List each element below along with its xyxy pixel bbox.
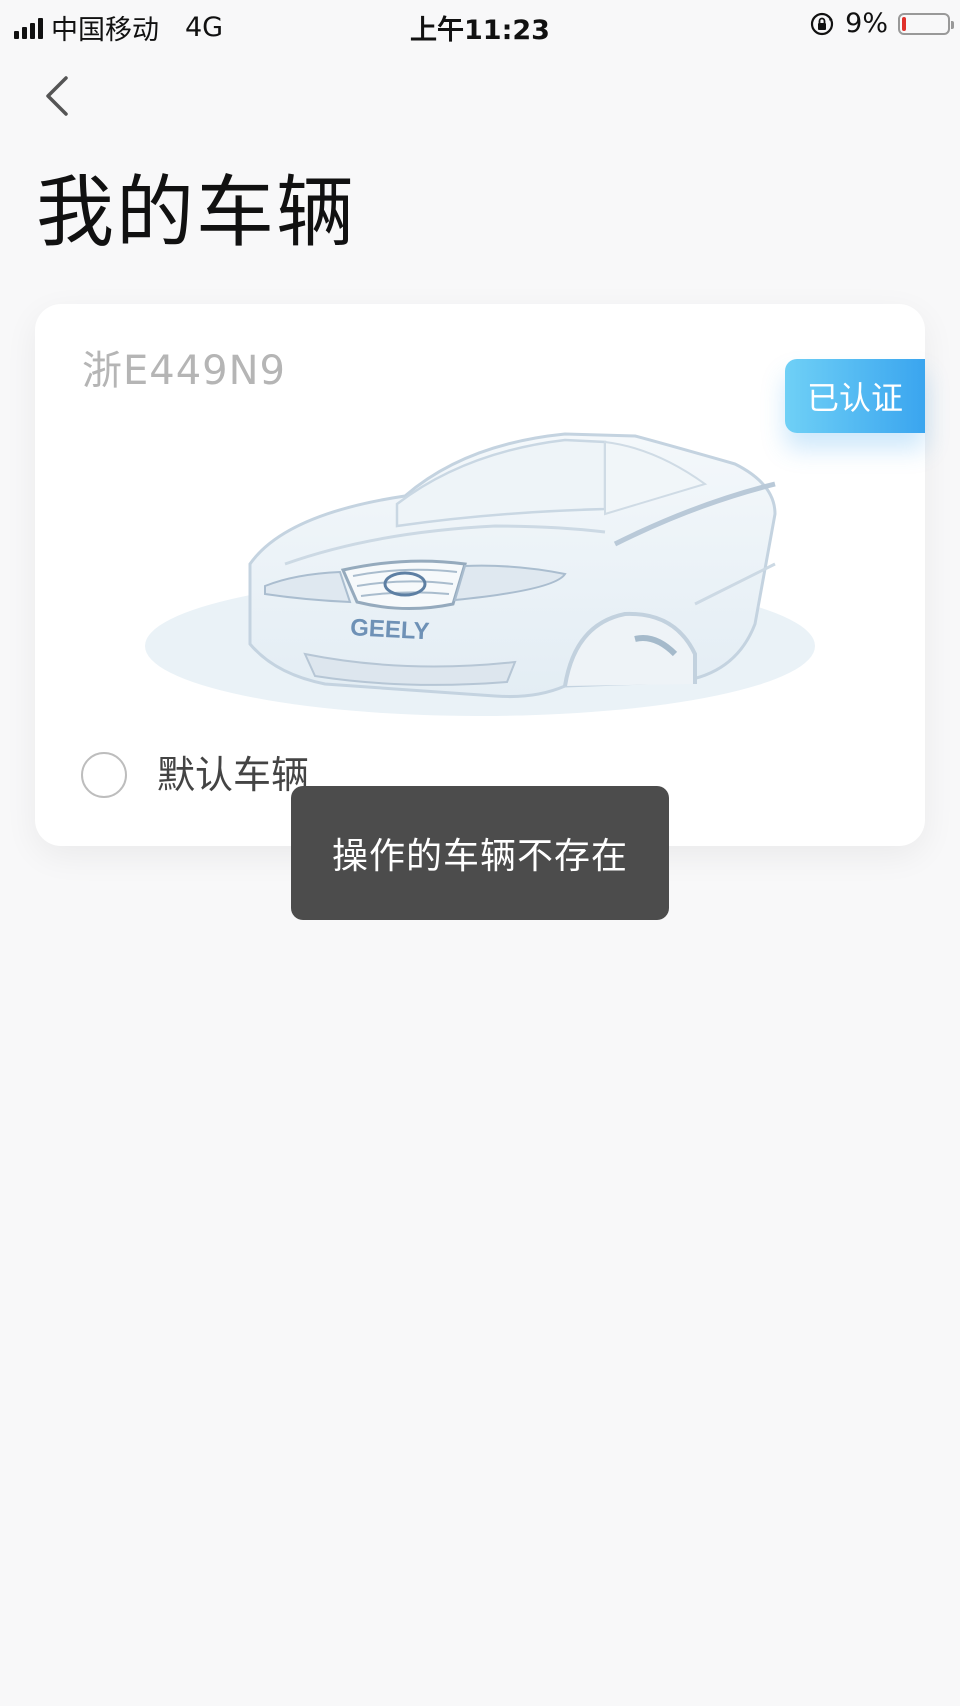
license-plate: 浙E449N9 (82, 348, 286, 394)
status-bar: 中国移动 4G 上午11:23 9% (0, 0, 960, 48)
battery-level (902, 16, 906, 31)
status-right: 9% (809, 8, 954, 39)
car-illustration: GEELY (145, 432, 815, 716)
default-vehicle-radio[interactable] (81, 752, 127, 798)
default-vehicle-label: 默认车辆 (157, 753, 310, 797)
back-chevron-icon[interactable] (40, 74, 76, 118)
battery-icon (898, 12, 954, 35)
battery-percent: 9% (845, 8, 888, 39)
orientation-lock-icon (811, 12, 834, 35)
toast-message: 操作的车辆不存在 (291, 786, 669, 920)
vehicle-card[interactable]: 浙E449N9 已认证 GEELY 默认车辆 (35, 304, 925, 846)
brand-logo-text: GEELY (350, 614, 430, 645)
page-title: 我的车辆 (36, 168, 357, 258)
